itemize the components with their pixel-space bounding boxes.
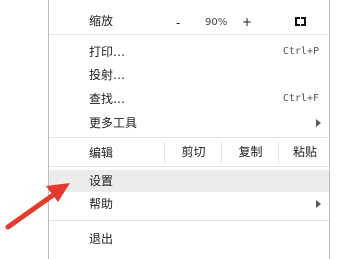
print-shortcut: Ctrl+P <box>282 46 319 57</box>
chevron-right-icon <box>316 119 321 127</box>
cut-button[interactable]: 剪切 <box>164 142 222 163</box>
copy-button[interactable]: 复制 <box>221 142 279 163</box>
zoom-level: 90% <box>205 17 228 28</box>
zoom-in-button[interactable]: + <box>242 15 252 29</box>
find-shortcut: Ctrl+F <box>282 93 319 104</box>
fullscreen-icon[interactable] <box>295 17 306 26</box>
chevron-right-icon <box>316 200 321 208</box>
red-arrow-icon <box>5 183 70 230</box>
screenshot-canvas: 缩放 - 90% + 打印… Ctrl+P 投射… 查找… Ctrl+F 更多工… <box>0 0 347 259</box>
zoom-out-button[interactable]: - <box>176 16 180 30</box>
paste-button[interactable]: 粘贴 <box>278 142 331 163</box>
